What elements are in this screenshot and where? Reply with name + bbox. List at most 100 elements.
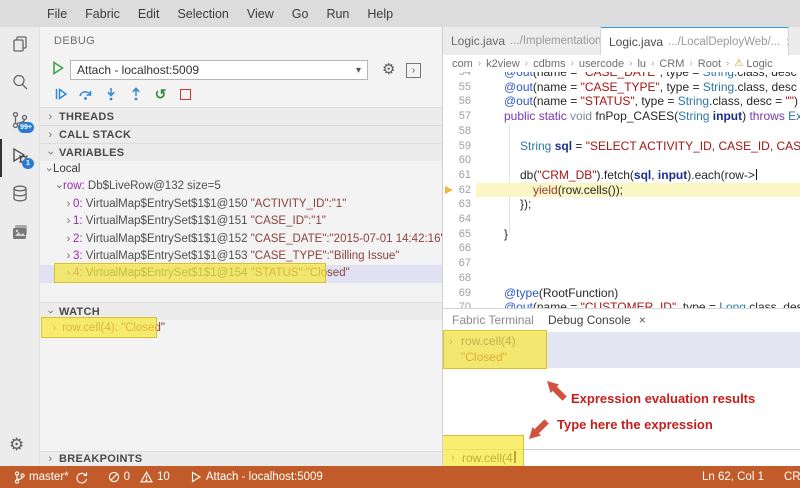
tab-logic-localdeployweb[interactable]: Logic.java.../LocalDeployWeb/... × bbox=[601, 27, 789, 55]
database-icon[interactable] bbox=[10, 184, 30, 204]
line-col-indicator[interactable]: Ln 62, Col 1 bbox=[702, 471, 764, 483]
stop-icon[interactable] bbox=[178, 87, 193, 102]
source-control-icon[interactable]: 99+ bbox=[10, 110, 34, 133]
entry-index: 1: bbox=[73, 215, 86, 228]
menu-item-file[interactable]: File bbox=[38, 7, 76, 21]
debug-attach-status[interactable]: Attach - localhost:5009 bbox=[190, 471, 323, 483]
line-number: 65 bbox=[458, 227, 471, 240]
code-editor[interactable]: 54 @out(name = "CASE_DATE", type = String… bbox=[443, 72, 800, 308]
console-input[interactable]: › row.cell(4 bbox=[443, 450, 800, 466]
menu-item-help[interactable]: Help bbox=[358, 7, 402, 21]
section-variables[interactable]: › VARIABLES bbox=[40, 143, 442, 161]
tab-debug-console[interactable]: Debug Console × bbox=[548, 313, 646, 327]
menu-item-edit[interactable]: Edit bbox=[129, 7, 169, 21]
entry-value: "CASE_TYPE":"Billing Issue" bbox=[250, 250, 400, 262]
variables-row-entry[interactable]: › 0: VirtualMap$EntrySet$1$1@150 "ACTIVIT… bbox=[64, 196, 347, 213]
code-line: 60 bbox=[443, 153, 800, 168]
breadcrumb-item-k2view[interactable]: k2view bbox=[486, 58, 520, 70]
breadcrumb-item-lu[interactable]: lu bbox=[637, 58, 646, 70]
chevron-icon: › bbox=[66, 215, 71, 228]
ide-window: File Fabric Edit Selection View Go Run Help 99+… bbox=[0, 0, 800, 488]
code-line: 64 bbox=[443, 212, 800, 227]
variables-row-entry[interactable]: › 1: VirtualMap$EntrySet$1$1@151 "CASE_ID… bbox=[64, 213, 326, 230]
line-number: 67 bbox=[458, 257, 471, 270]
chevron-icon: › bbox=[66, 267, 71, 280]
code-line: 63}); bbox=[443, 197, 800, 212]
code-text: public static void fnPop_CASES(String in… bbox=[504, 109, 800, 124]
annotation-arrow-up-left bbox=[542, 376, 571, 405]
code-line: 58 bbox=[443, 124, 800, 139]
restart-icon[interactable]: ↺ bbox=[153, 86, 168, 102]
entry-type: VirtualMap$EntrySet$1$1@154 bbox=[85, 267, 251, 280]
breadcrumb-item-com[interactable]: com bbox=[452, 58, 473, 70]
line-number: 70 bbox=[458, 301, 471, 308]
watch-row[interactable]: › row.cell(4): "Closed" bbox=[50, 320, 165, 337]
section-threads[interactable]: › THREADS bbox=[40, 107, 442, 125]
tab-logic-implementation[interactable]: Logic.java.../Implementation/... bbox=[443, 27, 601, 55]
code-line: 61 db("CRM_DB").fetch(sql, input).each(ro… bbox=[443, 168, 800, 183]
run-debug-icon[interactable]: 1 bbox=[10, 146, 34, 169]
start-debug-button[interactable] bbox=[52, 61, 64, 75]
open-console-icon[interactable]: › bbox=[406, 63, 421, 78]
search-icon[interactable] bbox=[10, 72, 30, 92]
menu-item-go[interactable]: Go bbox=[283, 7, 318, 21]
breadcrumb-separator: › bbox=[651, 58, 655, 69]
code-text: @out(name = "CASE_DATE", type = String.c… bbox=[504, 72, 800, 79]
console-expression: row.cell(4) bbox=[461, 334, 516, 348]
files-icon[interactable] bbox=[10, 34, 30, 54]
eol-indicator[interactable]: CRLF bbox=[784, 471, 800, 483]
tab-fabric-terminal[interactable]: Fabric Terminal bbox=[452, 313, 534, 327]
variables-scope-local[interactable]: ›Local bbox=[43, 161, 81, 178]
line-number: 62 bbox=[458, 183, 471, 196]
debug-config-select[interactable]: Attach - localhost:5009 ▾ bbox=[70, 60, 368, 80]
images-icon[interactable] bbox=[10, 222, 30, 242]
line-number: 64 bbox=[458, 213, 471, 225]
breadcrumb-item-cdbms[interactable]: cdbms bbox=[533, 58, 565, 70]
section-breakpoints[interactable]: › BREAKPOINTS bbox=[40, 451, 442, 466]
expand-chevron-icon[interactable]: › bbox=[449, 336, 453, 348]
debug-sidebar: DEBUG Attach - localhost:5009 ▾ ⚙ › ↺ › … bbox=[40, 27, 443, 466]
code-line: 54 @out(name = "CASE_DATE", type = String… bbox=[443, 72, 800, 80]
step-into-icon[interactable] bbox=[103, 87, 118, 102]
breadcrumb-separator: › bbox=[689, 58, 693, 69]
variables-row-entry[interactable]: › 2: VirtualMap$EntrySet$1$1@152 "CASE_DA… bbox=[64, 231, 442, 248]
code-line: 59 String sql = "SELECT ACTIVITY_ID, CASE… bbox=[443, 139, 800, 154]
editor-tab-bar: Logic.java.../Implementation/... Logic.j… bbox=[443, 27, 800, 55]
branch-status[interactable]: master* bbox=[14, 470, 69, 484]
debug-toolbar: ↺ bbox=[53, 85, 193, 103]
chevron-icon: › bbox=[43, 167, 55, 172]
variables-row-entry[interactable]: › 4: VirtualMap$EntrySet$1$1@154 "STATUS"… bbox=[64, 265, 350, 282]
entry-index: 2: bbox=[73, 232, 86, 245]
section-watch[interactable]: › WATCH bbox=[40, 302, 442, 320]
watch-value: "Closed" bbox=[121, 322, 165, 334]
debug-settings-gear-icon[interactable]: ⚙ bbox=[382, 60, 395, 80]
code-text: @out(name = "CASE_TYPE", type = String.c… bbox=[504, 79, 800, 94]
close-icon[interactable]: × bbox=[786, 35, 788, 49]
menu-item-selection[interactable]: Selection bbox=[168, 7, 237, 21]
menu-item-fabric[interactable]: Fabric bbox=[76, 7, 129, 21]
step-over-icon[interactable] bbox=[78, 87, 93, 102]
line-number: 68 bbox=[458, 271, 471, 284]
sync-icon[interactable] bbox=[75, 471, 88, 484]
gear-icon[interactable]: ⚙ bbox=[9, 435, 24, 455]
variables-row-entry[interactable]: › 3: VirtualMap$EntrySet$1$1@153 "CASE_TY… bbox=[64, 248, 400, 265]
breadcrumb-item-usercode[interactable]: usercode bbox=[579, 58, 624, 70]
section-call-stack[interactable]: › CALL STACK bbox=[40, 125, 442, 143]
problems-status[interactable]: 0 10 bbox=[108, 471, 170, 483]
debug-attach-icon bbox=[190, 471, 202, 483]
code-text: @out(name = "CUSTOMER_ID", type = Long.c… bbox=[504, 300, 800, 308]
entry-value: "ACTIVITY_ID":"1" bbox=[250, 197, 347, 210]
menu-item-view[interactable]: View bbox=[238, 7, 283, 21]
close-icon[interactable]: × bbox=[639, 313, 646, 327]
continue-icon[interactable] bbox=[53, 87, 68, 102]
entry-type: VirtualMap$EntrySet$1$1@150 bbox=[85, 197, 251, 210]
menu-item-run[interactable]: Run bbox=[317, 7, 358, 21]
step-out-icon[interactable] bbox=[128, 87, 143, 102]
chevron-icon: › bbox=[66, 197, 71, 210]
breadcrumb-item-logic[interactable]: Logic bbox=[746, 58, 772, 70]
breadcrumb-item-crm[interactable]: CRM bbox=[659, 58, 684, 70]
breadcrumb-item-root[interactable]: Root bbox=[698, 58, 721, 70]
variables-row-root[interactable]: ›row: Db$LiveRow@132 size=5 bbox=[53, 178, 221, 195]
annotation-results-label: Expression evaluation results bbox=[571, 391, 756, 406]
editor-area[interactable]: Logic.java.../Implementation/... Logic.j… bbox=[443, 27, 800, 308]
